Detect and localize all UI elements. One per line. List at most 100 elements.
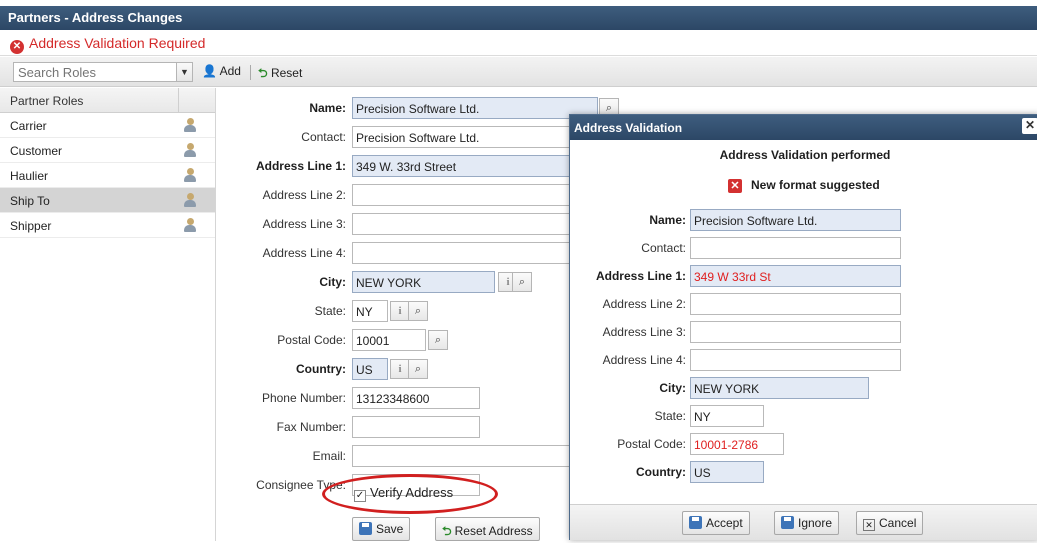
dialog-postal-code-field[interactable]: 10001-2786 [690, 433, 784, 455]
dialog-contact-field[interactable] [690, 237, 901, 259]
email-label: Email: [312, 449, 346, 463]
city-label: City: [319, 275, 346, 289]
dialog-address-line-3-field[interactable] [690, 321, 901, 343]
partner-roles-header: Partner Roles [0, 88, 215, 113]
partner-roles-title: Partner Roles [10, 94, 84, 108]
toolbar: ▼ 👤 Add ⮌ Reset [0, 57, 1037, 87]
chevron-down-icon[interactable]: ▼ [176, 63, 192, 81]
info-icon[interactable]: i [390, 359, 410, 379]
role-label: Customer [10, 144, 63, 158]
address-line-1-field[interactable]: 349 W. 33rd Street [352, 155, 570, 177]
address-line-4-label: Address Line 4: [262, 246, 346, 260]
add-role-button[interactable]: 👤 Add [202, 64, 241, 78]
search-roles-combo[interactable]: ▼ [13, 62, 193, 82]
role-label: Haulier [10, 169, 49, 183]
person-icon [184, 168, 196, 182]
warning-x-icon: ✕ [728, 179, 742, 193]
dialog-state-field[interactable]: NY [690, 405, 764, 427]
dialog-city-label: City: [659, 381, 686, 395]
checkmark-icon[interactable]: ✓ [354, 490, 366, 502]
address-validation-dialog: Address Validation ✕ Address Validation … [569, 114, 1037, 540]
address-line-3-field[interactable] [352, 213, 570, 235]
city-field[interactable]: NEW YORK [352, 271, 495, 293]
role-label: Carrier [10, 119, 47, 133]
role-label: Shipper [10, 219, 52, 233]
reset-label: Reset [270, 66, 303, 80]
ignore-button[interactable]: Ignore [774, 511, 840, 535]
fax-number-field[interactable] [352, 416, 480, 438]
alert-text: Address Validation Required [29, 35, 206, 51]
state-label: State: [314, 304, 346, 318]
dialog-title: Address Validation [574, 121, 683, 135]
search-icon[interactable]: ⌕ [428, 330, 448, 350]
header-divider [178, 88, 179, 113]
dialog-address-line-2-field[interactable] [690, 293, 901, 315]
add-label: Add [219, 64, 241, 78]
address-line-1-label: Address Line 1: [255, 159, 346, 173]
dialog-warning: ✕ New format suggested [728, 178, 880, 193]
cancel-label: Cancel [879, 516, 917, 530]
floppy-disk-icon [359, 522, 372, 535]
country-label: Country: [296, 362, 346, 376]
dialog-state-label: State: [654, 409, 686, 423]
address-line-2-label: Address Line 2: [262, 188, 346, 202]
info-icon[interactable]: i [390, 301, 410, 321]
role-item-haulier[interactable]: Haulier [0, 163, 215, 188]
dialog-address-line-3-label: Address Line 3: [602, 325, 686, 339]
dialog-country-field[interactable]: US [690, 461, 764, 483]
search-roles-input[interactable] [14, 63, 174, 81]
role-item-customer[interactable]: Customer [0, 138, 215, 163]
dialog-address-line-2-label: Address Line 2: [602, 297, 686, 311]
phone-number-field[interactable]: 13123348600 [352, 387, 480, 409]
reset-button[interactable]: ⮌ Reset [258, 64, 302, 85]
person-icon [184, 218, 196, 232]
name-field[interactable]: Precision Software Ltd. [352, 97, 598, 119]
toolbar-divider [250, 65, 251, 80]
email-field[interactable] [352, 445, 570, 467]
ignore-label: Ignore [798, 516, 833, 530]
person-icon [184, 193, 196, 207]
close-icon[interactable]: ✕ [1022, 118, 1037, 134]
reset-arrow-icon: ⮌ [442, 524, 452, 538]
dialog-country-label: Country: [636, 465, 686, 479]
role-item-carrier[interactable]: Carrier [0, 113, 215, 138]
accept-button[interactable]: Accept [682, 511, 750, 535]
dialog-name-label: Name: [649, 213, 686, 227]
role-item-ship-to[interactable]: Ship To [0, 188, 215, 213]
warning-text: New format suggested [751, 178, 880, 192]
dialog-address-line-1-field[interactable]: 349 W 33rd St [690, 265, 901, 287]
role-item-shipper[interactable]: Shipper [0, 213, 215, 238]
dialog-address-line-1-label: Address Line 1: [595, 269, 686, 283]
dialog-footer: Accept Ignore ✕ Cancel [570, 504, 1037, 540]
dialog-title-bar: Address Validation ✕ [570, 115, 1037, 140]
contact-field[interactable]: Precision Software Ltd. [352, 126, 570, 148]
postal-code-field[interactable]: 10001 [352, 329, 426, 351]
verify-address-label: Verify Address [370, 485, 454, 500]
person-icon [184, 118, 196, 132]
cancel-button[interactable]: ✕ Cancel [856, 511, 924, 535]
dialog-address-line-4-field[interactable] [690, 349, 901, 371]
verify-address-checkbox[interactable]: ✓ Verify Address [354, 485, 453, 502]
search-icon[interactable]: ⌕ [408, 301, 428, 321]
country-field[interactable]: US [352, 358, 388, 380]
alert-bar: ✕ Address Validation Required [0, 30, 1037, 56]
reset-address-button[interactable]: ⮌ Reset Address [435, 517, 540, 541]
error-circle-icon: ✕ [10, 40, 24, 54]
reset-arrow-icon: ⮌ [258, 66, 268, 80]
dialog-name-field[interactable]: Precision Software Ltd. [690, 209, 901, 231]
search-icon[interactable]: ⌕ [512, 272, 532, 292]
accept-label: Accept [706, 516, 743, 530]
save-button[interactable]: Save [352, 517, 411, 541]
fax-number-label: Fax Number: [276, 420, 346, 434]
dialog-city-field[interactable]: NEW YORK [690, 377, 869, 399]
floppy-disk-icon [689, 516, 702, 529]
search-icon[interactable]: ⌕ [408, 359, 428, 379]
dialog-contact-label: Contact: [641, 241, 686, 255]
cancel-x-icon: ✕ [863, 519, 875, 531]
state-field[interactable]: NY [352, 300, 388, 322]
role-label: Ship To [10, 194, 50, 208]
address-line-2-field[interactable] [352, 184, 570, 206]
address-line-4-field[interactable] [352, 242, 570, 264]
phone-number-label: Phone Number: [261, 391, 346, 405]
address-line-3-label: Address Line 3: [262, 217, 346, 231]
